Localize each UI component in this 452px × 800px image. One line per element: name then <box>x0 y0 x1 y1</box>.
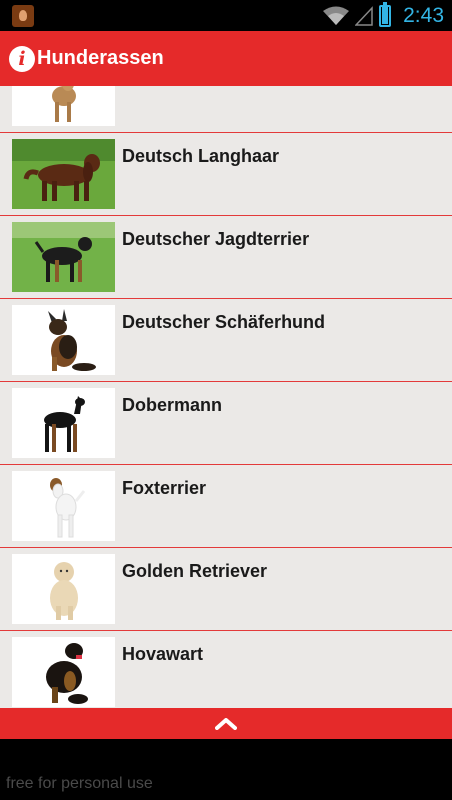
breed-name: Dobermann <box>122 395 223 415</box>
list-item[interactable]: Golden Retriever <box>0 548 452 631</box>
breed-list[interactable]: Deutsch Langhaar Deutscher Jagdterrier D… <box>0 86 452 708</box>
app-title: Hunderassen <box>37 47 164 69</box>
status-clock: 2:43 <box>403 3 444 27</box>
breed-name: Deutscher Jagdterrier <box>122 229 310 249</box>
breed-name: Deutscher Schäferhund <box>122 312 326 332</box>
dog-thumbnail <box>12 86 115 126</box>
dog-thumbnail <box>12 139 115 209</box>
battery-charging-icon <box>379 1 392 27</box>
dog-thumbnail <box>12 388 115 458</box>
dog-thumbnail <box>12 222 115 292</box>
list-item[interactable]: Hovawart <box>0 631 452 708</box>
app-notification-icon <box>12 5 34 27</box>
breed-name: Hovawart <box>122 644 204 664</box>
chevron-up-icon[interactable] <box>215 717 237 730</box>
list-item[interactable]: Dobermann <box>0 382 452 465</box>
breed-name: Foxterrier <box>122 478 207 498</box>
footer: free for personal use <box>0 739 452 800</box>
signal-icon <box>355 5 373 26</box>
dog-thumbnail <box>12 471 115 541</box>
list-item[interactable]: Deutsch Langhaar <box>0 133 452 216</box>
dog-thumbnail <box>12 554 115 624</box>
wifi-icon <box>323 6 350 25</box>
status-bar: 2:43 <box>0 0 452 31</box>
action-bar: i Hunderassen <box>0 31 452 86</box>
dog-thumbnail <box>12 305 115 375</box>
dog-thumbnail <box>12 637 115 707</box>
list-item[interactable] <box>0 86 452 133</box>
breed-name: Golden Retriever <box>122 561 268 581</box>
breed-name: Deutsch Langhaar <box>122 146 280 166</box>
list-item[interactable]: Foxterrier <box>0 465 452 548</box>
info-icon[interactable]: i <box>9 45 35 72</box>
status-icons: 2:43 <box>323 0 444 31</box>
list-item[interactable]: Deutscher Schäferhund <box>0 299 452 382</box>
scroll-up-bar[interactable] <box>0 708 452 739</box>
list-item[interactable]: Deutscher Jagdterrier <box>0 216 452 299</box>
footer-text: free for personal use <box>6 775 153 792</box>
